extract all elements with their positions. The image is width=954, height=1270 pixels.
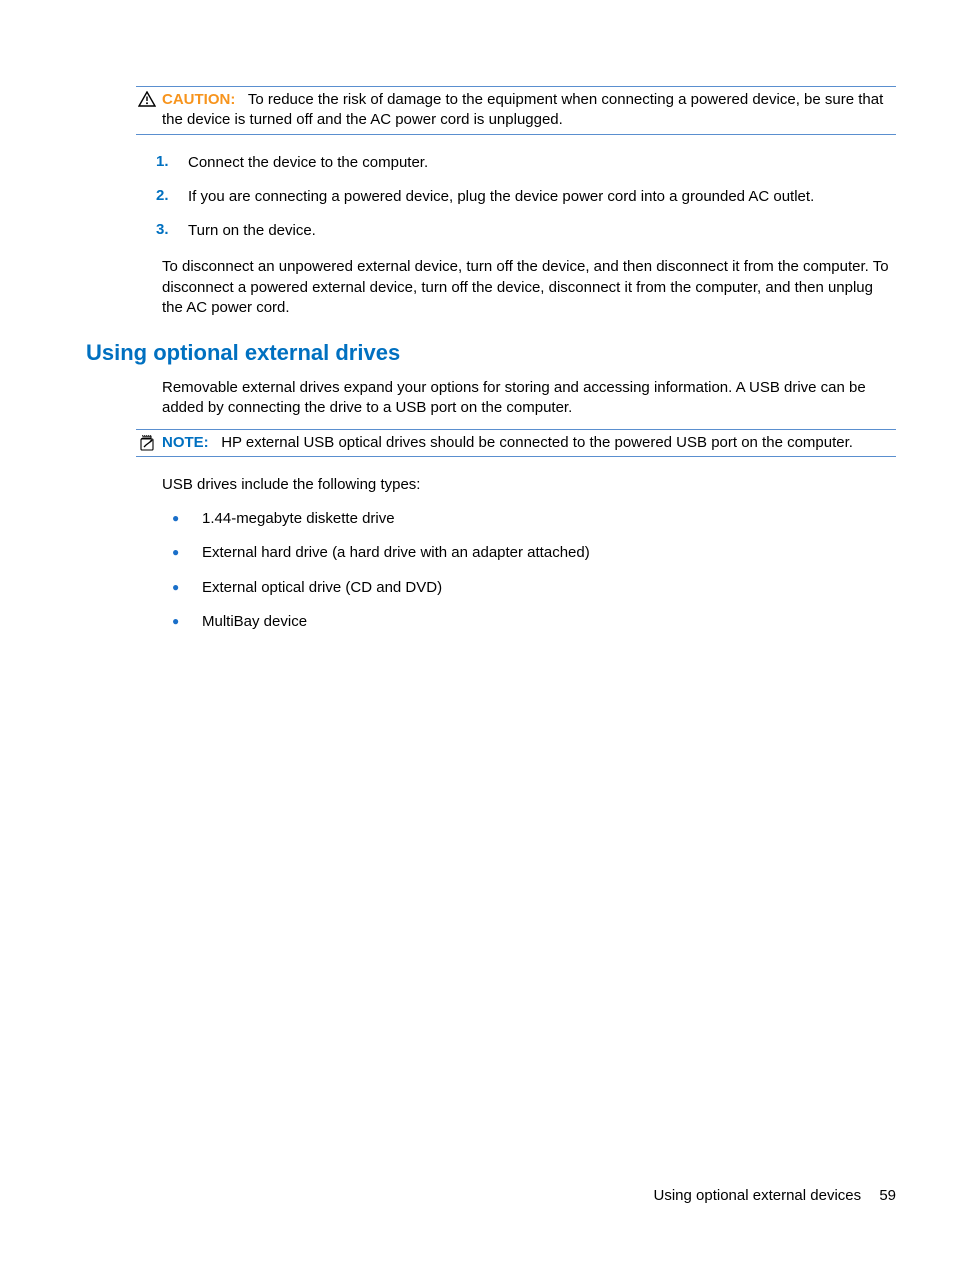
list-item: ● 1.44-megabyte diskette drive [172,509,896,529]
step-number: 1. [156,153,188,170]
caution-text: To reduce the risk of damage to the equi… [162,91,883,128]
types-list: ● 1.44-megabyte diskette drive ● Externa… [172,509,896,632]
note-text: HP external USB optical drives should be… [221,434,853,451]
step-text: If you are connecting a powered device, … [188,187,896,207]
step-number: 2. [156,187,188,204]
note-callout: NOTE: HP external USB optical drives sho… [136,429,896,457]
bullet-icon: ● [172,612,202,631]
page-content: CAUTION: To reduce the risk of damage to… [0,0,954,632]
list-item: ● MultiBay device [172,612,896,632]
step-text: Turn on the device. [188,221,896,241]
type-text: 1.44-megabyte diskette drive [202,509,896,529]
disconnect-paragraph: To disconnect an unpowered external devi… [162,257,896,318]
type-text: External hard drive (a hard drive with a… [202,543,896,563]
footer-title: Using optional external devices [654,1187,862,1204]
step-text: Connect the device to the computer. [188,153,896,173]
note-body: NOTE: HP external USB optical drives sho… [162,433,896,453]
bullet-icon: ● [172,578,202,597]
page-footer: Using optional external devices 59 [654,1187,896,1204]
caution-callout: CAUTION: To reduce the risk of damage to… [136,86,896,135]
type-text: External optical drive (CD and DVD) [202,578,896,598]
bullet-icon: ● [172,509,202,528]
list-item: ● External optical drive (CD and DVD) [172,578,896,598]
list-item: 2. If you are connecting a powered devic… [156,187,896,207]
note-label: NOTE: [162,434,209,451]
bullet-icon: ● [172,543,202,562]
caution-body: CAUTION: To reduce the risk of damage to… [162,90,896,131]
list-item: 3. Turn on the device. [156,221,896,241]
caution-icon [136,90,158,107]
caution-label: CAUTION: [162,91,235,108]
intro-paragraph: Removable external drives expand your op… [162,378,896,419]
page-number: 59 [879,1187,896,1204]
types-paragraph: USB drives include the following types: [162,475,896,495]
type-text: MultiBay device [202,612,896,632]
steps-list: 1. Connect the device to the computer. 2… [156,153,896,242]
list-item: 1. Connect the device to the computer. [156,153,896,173]
note-icon [136,433,158,452]
list-item: ● External hard drive (a hard drive with… [172,543,896,563]
step-number: 3. [156,221,188,238]
section-heading: Using optional external drives [86,340,896,366]
